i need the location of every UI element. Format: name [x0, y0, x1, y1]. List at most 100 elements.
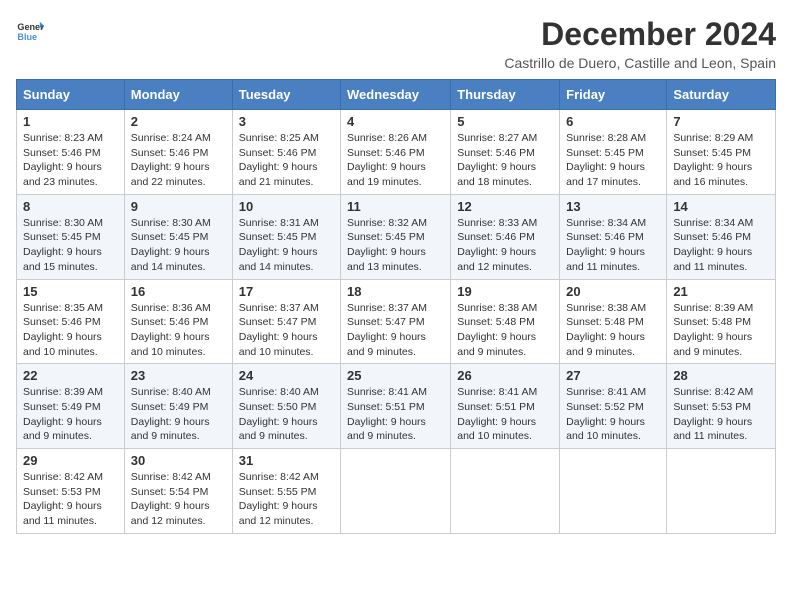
calendar-header-wednesday: Wednesday — [341, 80, 451, 110]
day-number: 29 — [23, 453, 118, 468]
day-info: Sunrise: 8:34 AM Sunset: 5:46 PM Dayligh… — [566, 216, 660, 275]
day-info: Sunrise: 8:41 AM Sunset: 5:51 PM Dayligh… — [457, 385, 553, 444]
day-info: Sunrise: 8:42 AM Sunset: 5:53 PM Dayligh… — [23, 470, 118, 529]
calendar-day-cell: 8Sunrise: 8:30 AM Sunset: 5:45 PM Daylig… — [17, 194, 125, 279]
calendar-day-cell: 17 Sunrise: 8:37 AM Sunset: 5:47 PM Dayli… — [232, 279, 340, 364]
calendar-header-thursday: Thursday — [451, 80, 560, 110]
day-info: Sunrise: 8:42 AM Sunset: 5:54 PM Dayligh… — [131, 470, 226, 529]
calendar-day-cell — [667, 449, 776, 534]
day-number: 5 — [457, 114, 553, 129]
day-number: 25 — [347, 368, 444, 383]
calendar-week-row: 29 Sunrise: 8:42 AM Sunset: 5:53 PM Dayli… — [17, 449, 776, 534]
calendar-day-cell: 4 Sunrise: 8:26 AM Sunset: 5:46 PM Daylig… — [341, 110, 451, 195]
day-number: 4 — [347, 114, 444, 129]
calendar-day-cell: 9 Sunrise: 8:30 AM Sunset: 5:45 PM Daylig… — [124, 194, 232, 279]
day-info: Sunrise: 8:30 AM Sunset: 5:45 PM Dayligh… — [23, 216, 118, 275]
day-number: 2 — [131, 114, 226, 129]
calendar-day-cell: 13 Sunrise: 8:34 AM Sunset: 5:46 PM Dayli… — [560, 194, 667, 279]
day-number: 7 — [673, 114, 769, 129]
day-info: Sunrise: 8:30 AM Sunset: 5:45 PM Dayligh… — [131, 216, 226, 275]
page-header: General Blue December 2024 Castrillo de … — [16, 16, 776, 71]
calendar-day-cell — [341, 449, 451, 534]
day-number: 16 — [131, 284, 226, 299]
day-info: Sunrise: 8:34 AM Sunset: 5:46 PM Dayligh… — [673, 216, 769, 275]
calendar-day-cell: 1 Sunrise: 8:23 AM Sunset: 5:46 PM Daylig… — [17, 110, 125, 195]
day-number: 17 — [239, 284, 334, 299]
svg-text:Blue: Blue — [17, 32, 37, 42]
day-info: Sunrise: 8:25 AM Sunset: 5:46 PM Dayligh… — [239, 131, 334, 190]
calendar-day-cell: 31Sunrise: 8:42 AM Sunset: 5:55 PM Dayli… — [232, 449, 340, 534]
day-number: 9 — [131, 199, 226, 214]
day-info: Sunrise: 8:42 AM Sunset: 5:53 PM Dayligh… — [673, 385, 769, 444]
day-number: 27 — [566, 368, 660, 383]
day-number: 1 — [23, 114, 118, 129]
calendar-header-row: SundayMondayTuesdayWednesdayThursdayFrid… — [17, 80, 776, 110]
day-info: Sunrise: 8:24 AM Sunset: 5:46 PM Dayligh… — [131, 131, 226, 190]
calendar-day-cell: 27 Sunrise: 8:41 AM Sunset: 5:52 PM Dayli… — [560, 364, 667, 449]
calendar-day-cell: 28Sunrise: 8:42 AM Sunset: 5:53 PM Dayli… — [667, 364, 776, 449]
calendar-day-cell: 20 Sunrise: 8:38 AM Sunset: 5:48 PM Dayli… — [560, 279, 667, 364]
calendar-day-cell: 22 Sunrise: 8:39 AM Sunset: 5:49 PM Dayli… — [17, 364, 125, 449]
day-info: Sunrise: 8:26 AM Sunset: 5:46 PM Dayligh… — [347, 131, 444, 190]
title-area: December 2024 Castrillo de Duero, Castil… — [504, 16, 776, 71]
day-number: 31 — [239, 453, 334, 468]
day-info: Sunrise: 8:39 AM Sunset: 5:49 PM Dayligh… — [23, 385, 118, 444]
day-info: Sunrise: 8:41 AM Sunset: 5:52 PM Dayligh… — [566, 385, 660, 444]
calendar-day-cell: 18Sunrise: 8:37 AM Sunset: 5:47 PM Dayli… — [341, 279, 451, 364]
logo-icon: General Blue — [16, 16, 44, 44]
day-number: 11 — [347, 199, 444, 214]
calendar-table: SundayMondayTuesdayWednesdayThursdayFrid… — [16, 79, 776, 534]
calendar-day-cell — [560, 449, 667, 534]
calendar-header-friday: Friday — [560, 80, 667, 110]
day-number: 19 — [457, 284, 553, 299]
day-info: Sunrise: 8:40 AM Sunset: 5:50 PM Dayligh… — [239, 385, 334, 444]
day-info: Sunrise: 8:35 AM Sunset: 5:46 PM Dayligh… — [23, 301, 118, 360]
day-number: 18 — [347, 284, 444, 299]
day-number: 22 — [23, 368, 118, 383]
calendar-day-cell: 19 Sunrise: 8:38 AM Sunset: 5:48 PM Dayli… — [451, 279, 560, 364]
calendar-week-row: 8Sunrise: 8:30 AM Sunset: 5:45 PM Daylig… — [17, 194, 776, 279]
day-number: 21 — [673, 284, 769, 299]
day-info: Sunrise: 8:23 AM Sunset: 5:46 PM Dayligh… — [23, 131, 118, 190]
day-number: 12 — [457, 199, 553, 214]
calendar-day-cell: 11 Sunrise: 8:32 AM Sunset: 5:45 PM Dayli… — [341, 194, 451, 279]
day-info: Sunrise: 8:41 AM Sunset: 5:51 PM Dayligh… — [347, 385, 444, 444]
logo: General Blue — [16, 16, 44, 44]
calendar-day-cell: 2 Sunrise: 8:24 AM Sunset: 5:46 PM Daylig… — [124, 110, 232, 195]
calendar-day-cell: 29 Sunrise: 8:42 AM Sunset: 5:53 PM Dayli… — [17, 449, 125, 534]
calendar-day-cell: 21 Sunrise: 8:39 AM Sunset: 5:48 PM Dayli… — [667, 279, 776, 364]
day-number: 3 — [239, 114, 334, 129]
day-info: Sunrise: 8:36 AM Sunset: 5:46 PM Dayligh… — [131, 301, 226, 360]
day-info: Sunrise: 8:32 AM Sunset: 5:45 PM Dayligh… — [347, 216, 444, 275]
day-info: Sunrise: 8:39 AM Sunset: 5:48 PM Dayligh… — [673, 301, 769, 360]
day-info: Sunrise: 8:33 AM Sunset: 5:46 PM Dayligh… — [457, 216, 553, 275]
calendar-header-sunday: Sunday — [17, 80, 125, 110]
day-number: 30 — [131, 453, 226, 468]
calendar-day-cell: 12 Sunrise: 8:33 AM Sunset: 5:46 PM Dayli… — [451, 194, 560, 279]
day-number: 10 — [239, 199, 334, 214]
day-info: Sunrise: 8:37 AM Sunset: 5:47 PM Dayligh… — [239, 301, 334, 360]
calendar-day-cell: 16 Sunrise: 8:36 AM Sunset: 5:46 PM Dayli… — [124, 279, 232, 364]
calendar-day-cell: 14 Sunrise: 8:34 AM Sunset: 5:46 PM Dayli… — [667, 194, 776, 279]
day-number: 24 — [239, 368, 334, 383]
day-number: 15 — [23, 284, 118, 299]
day-info: Sunrise: 8:38 AM Sunset: 5:48 PM Dayligh… — [457, 301, 553, 360]
calendar-header-tuesday: Tuesday — [232, 80, 340, 110]
calendar-header-monday: Monday — [124, 80, 232, 110]
day-info: Sunrise: 8:31 AM Sunset: 5:45 PM Dayligh… — [239, 216, 334, 275]
location-subtitle: Castrillo de Duero, Castille and Leon, S… — [504, 55, 776, 71]
day-info: Sunrise: 8:38 AM Sunset: 5:48 PM Dayligh… — [566, 301, 660, 360]
calendar-day-cell: 24 Sunrise: 8:40 AM Sunset: 5:50 PM Dayli… — [232, 364, 340, 449]
day-number: 14 — [673, 199, 769, 214]
calendar-day-cell: 26 Sunrise: 8:41 AM Sunset: 5:51 PM Dayli… — [451, 364, 560, 449]
day-number: 6 — [566, 114, 660, 129]
day-info: Sunrise: 8:40 AM Sunset: 5:49 PM Dayligh… — [131, 385, 226, 444]
calendar-day-cell: 7 Sunrise: 8:29 AM Sunset: 5:45 PM Daylig… — [667, 110, 776, 195]
day-number: 13 — [566, 199, 660, 214]
day-info: Sunrise: 8:29 AM Sunset: 5:45 PM Dayligh… — [673, 131, 769, 190]
day-number: 26 — [457, 368, 553, 383]
calendar-day-cell — [451, 449, 560, 534]
day-number: 20 — [566, 284, 660, 299]
calendar-day-cell: 10 Sunrise: 8:31 AM Sunset: 5:45 PM Dayli… — [232, 194, 340, 279]
calendar-day-cell: 6Sunrise: 8:28 AM Sunset: 5:45 PM Daylig… — [560, 110, 667, 195]
